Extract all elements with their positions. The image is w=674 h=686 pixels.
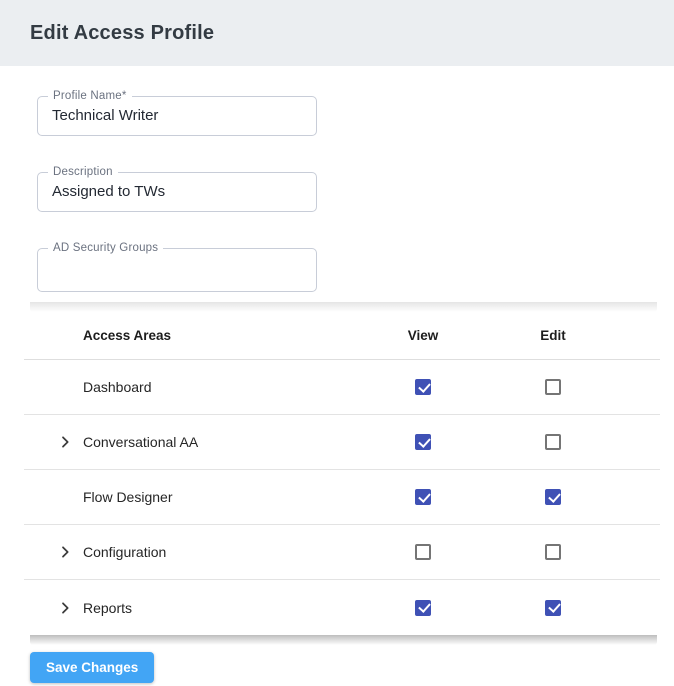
profile-form: Profile Name* Description AD Security Gr…: [0, 66, 674, 292]
edit-checkbox[interactable]: [545, 434, 561, 450]
profile-name-label: Profile Name*: [48, 90, 132, 103]
column-access-areas: Access Areas: [83, 328, 358, 343]
bottom-shadow-divider: [30, 635, 657, 645]
access-areas-table: Access Areas View Edit Dashboard Convers: [24, 312, 660, 635]
row-label: Configuration: [83, 544, 358, 560]
column-view: View: [358, 328, 488, 343]
column-edit: Edit: [488, 328, 618, 343]
page-title: Edit Access Profile: [30, 22, 214, 45]
view-checkbox[interactable]: [415, 600, 431, 616]
edit-access-profile-page: Edit Access Profile Profile Name* Descri…: [0, 0, 674, 686]
table-row: Reports: [24, 580, 660, 635]
row-label: Dashboard: [83, 379, 358, 395]
chevron-right-icon[interactable]: [57, 544, 73, 560]
table-row: Conversational AA: [24, 415, 660, 470]
table-row: Flow Designer: [24, 470, 660, 525]
top-shadow-divider: [30, 302, 657, 312]
view-checkbox[interactable]: [415, 489, 431, 505]
footer-actions: Save Changes: [0, 645, 674, 683]
chevron-right-icon[interactable]: [57, 600, 73, 616]
row-label: Reports: [83, 600, 358, 616]
edit-checkbox[interactable]: [545, 379, 561, 395]
view-checkbox[interactable]: [415, 379, 431, 395]
ad-security-groups-label: AD Security Groups: [48, 242, 163, 255]
description-field: Description: [37, 172, 317, 212]
view-checkbox[interactable]: [415, 434, 431, 450]
edit-checkbox[interactable]: [545, 544, 561, 560]
ad-security-groups-field: AD Security Groups: [37, 248, 317, 292]
table-row: Dashboard: [24, 360, 660, 415]
view-checkbox[interactable]: [415, 544, 431, 560]
row-label: Flow Designer: [83, 489, 358, 505]
ad-security-groups-input[interactable]: [38, 249, 316, 291]
edit-checkbox[interactable]: [545, 489, 561, 505]
save-changes-button[interactable]: Save Changes: [30, 652, 154, 683]
description-label: Description: [48, 166, 118, 179]
profile-name-field: Profile Name*: [37, 96, 317, 136]
table-header-row: Access Areas View Edit: [24, 312, 660, 360]
row-label: Conversational AA: [83, 434, 358, 450]
chevron-right-icon[interactable]: [57, 434, 73, 450]
edit-checkbox[interactable]: [545, 600, 561, 616]
table-row: Configuration: [24, 525, 660, 580]
page-header: Edit Access Profile: [0, 0, 674, 66]
